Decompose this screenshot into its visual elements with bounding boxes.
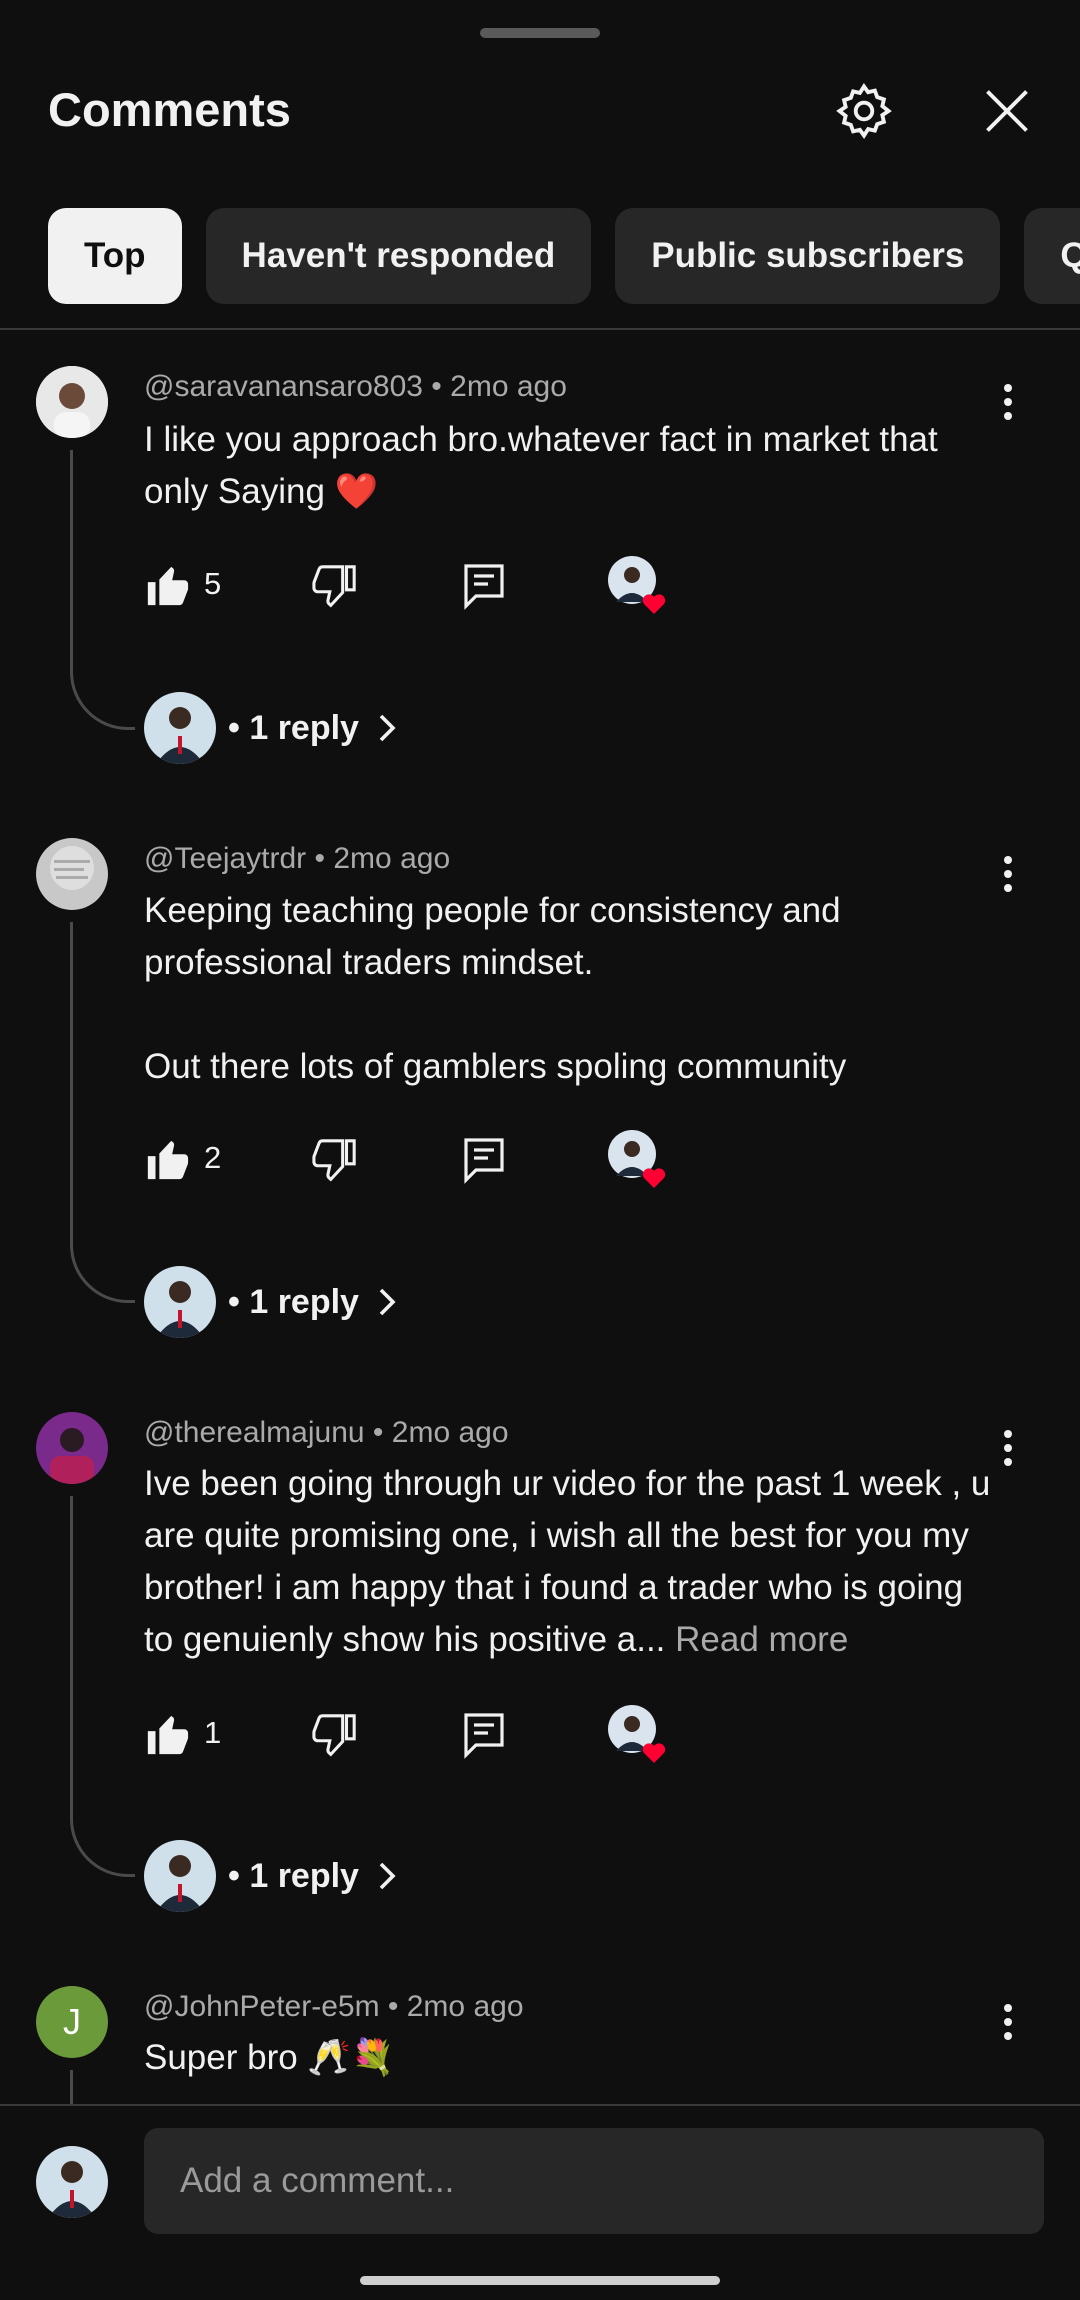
thumbs-down-icon (312, 1139, 356, 1182)
like-button[interactable] (144, 1705, 190, 1765)
more-vert-icon (1004, 384, 1012, 420)
comments-sheet: Comments Top Haven't responded Public su… (0, 0, 1080, 2300)
comment-icon (464, 1138, 504, 1184)
avatar[interactable]: J (36, 1986, 108, 2058)
comment-age: 2mo ago (391, 1416, 509, 1449)
comment-actions: 5 (144, 556, 744, 616)
chip-public-subscribers[interactable]: Public subscribers (615, 208, 1001, 304)
comment-text-content: Ive been going through ur video for the … (144, 1464, 1001, 1659)
more-options-button[interactable] (990, 372, 1026, 432)
comment-author[interactable]: @saravanansaro803 (144, 370, 423, 403)
filter-chips: Top Haven't responded Public subscribers… (48, 208, 1080, 304)
thumbs-up-icon (147, 1715, 189, 1755)
reply-avatar (144, 692, 216, 764)
comment-meta: @Teejaytrdr • 2mo ago (144, 842, 451, 875)
comment-composer (0, 2104, 1080, 2300)
reply-avatar (144, 1840, 216, 1912)
more-vert-icon (1004, 856, 1012, 892)
thread-line (70, 450, 135, 730)
comment-actions: 2 (144, 1130, 744, 1190)
close-icon (986, 90, 1028, 132)
view-replies-button[interactable]: • 1 reply (144, 1840, 397, 1912)
avatar[interactable] (36, 1412, 108, 1484)
comment-author[interactable]: @Teejaytrdr (144, 842, 306, 875)
reply-button[interactable] (462, 1130, 506, 1190)
reply-button[interactable] (462, 1705, 506, 1765)
more-options-button[interactable] (990, 1992, 1026, 2052)
view-replies-button[interactable]: • 1 reply (144, 1266, 397, 1338)
dislike-button[interactable] (312, 1705, 358, 1765)
comment-age: 2mo ago (406, 1990, 524, 2023)
thumbs-up-icon (147, 1140, 189, 1180)
chip-havent-responded[interactable]: Haven't responded (205, 208, 592, 304)
comment-age: 2mo ago (450, 370, 567, 403)
creator-heart-badge (608, 556, 672, 620)
avatar-letter: J (63, 2001, 81, 2042)
comment-text: Keeping teaching people for consistency … (144, 891, 847, 1086)
heart-icon (642, 594, 666, 614)
home-indicator (360, 2276, 720, 2285)
more-options-button[interactable] (990, 844, 1026, 904)
reply-count: • 1 reply (228, 1282, 359, 1321)
comment-author[interactable]: @JohnPeter-e5m (144, 1990, 380, 2023)
my-avatar (36, 2146, 108, 2218)
like-count: 5 (204, 566, 222, 601)
chip-top[interactable]: Top (48, 208, 182, 304)
like-button[interactable] (144, 556, 190, 616)
dislike-button[interactable] (312, 556, 358, 616)
chip-questions[interactable]: Que (1024, 208, 1080, 304)
comment-actions: 1 (144, 1705, 744, 1765)
more-vert-icon (1004, 2004, 1012, 2040)
reply-count: • 1 reply (228, 708, 359, 747)
like-button[interactable] (144, 1130, 190, 1190)
thread-line (70, 1496, 135, 1877)
chevron-right-icon (379, 1862, 396, 1890)
divider (0, 328, 1080, 330)
comment-icon (464, 1713, 504, 1759)
heart-icon (642, 1168, 666, 1188)
dislike-button[interactable] (312, 1130, 358, 1190)
thumbs-up-icon (147, 566, 189, 606)
comment-icon (464, 564, 504, 610)
creator-heart-badge (608, 1130, 672, 1194)
chevron-right-icon (379, 714, 396, 742)
view-replies-button[interactable]: • 1 reply (144, 692, 397, 764)
comment-meta: @JohnPeter-e5m • 2mo ago (144, 1990, 524, 2023)
reply-avatar (144, 1266, 216, 1338)
avatar[interactable] (36, 838, 108, 910)
add-comment-input[interactable] (144, 2128, 1044, 2234)
comment-meta: @saravanansaro803 • 2mo ago (144, 370, 567, 403)
page-title: Comments (48, 83, 291, 136)
avatar[interactable] (36, 366, 108, 438)
comment-text: Super bro 🥂💐 (144, 2038, 395, 2077)
chevron-right-icon (379, 1288, 396, 1316)
like-count: 2 (204, 1140, 222, 1175)
thread-line (70, 922, 135, 1303)
read-more-link[interactable]: Read more (665, 1620, 848, 1659)
reply-button[interactable] (462, 556, 506, 616)
comment-text: Ive been going through ur video for the … (144, 1458, 994, 1666)
reply-count: • 1 reply (228, 1856, 359, 1895)
thumbs-down-icon (312, 1714, 356, 1757)
heart-icon (642, 1743, 666, 1763)
drag-handle[interactable] (480, 28, 600, 38)
gear-icon (836, 83, 892, 139)
more-vert-icon (1004, 1430, 1012, 1466)
comment-text: I like you approach bro.whatever fact in… (144, 420, 948, 511)
thumbs-down-icon (312, 565, 356, 608)
comment-author[interactable]: @therealmajunu (144, 1416, 365, 1449)
like-count: 1 (204, 1715, 222, 1750)
close-button[interactable] (976, 80, 1038, 142)
comment-meta: @therealmajunu • 2mo ago (144, 1416, 509, 1449)
creator-heart-badge (608, 1705, 672, 1769)
comment-age: 2mo ago (333, 842, 451, 875)
settings-button[interactable] (833, 80, 895, 142)
